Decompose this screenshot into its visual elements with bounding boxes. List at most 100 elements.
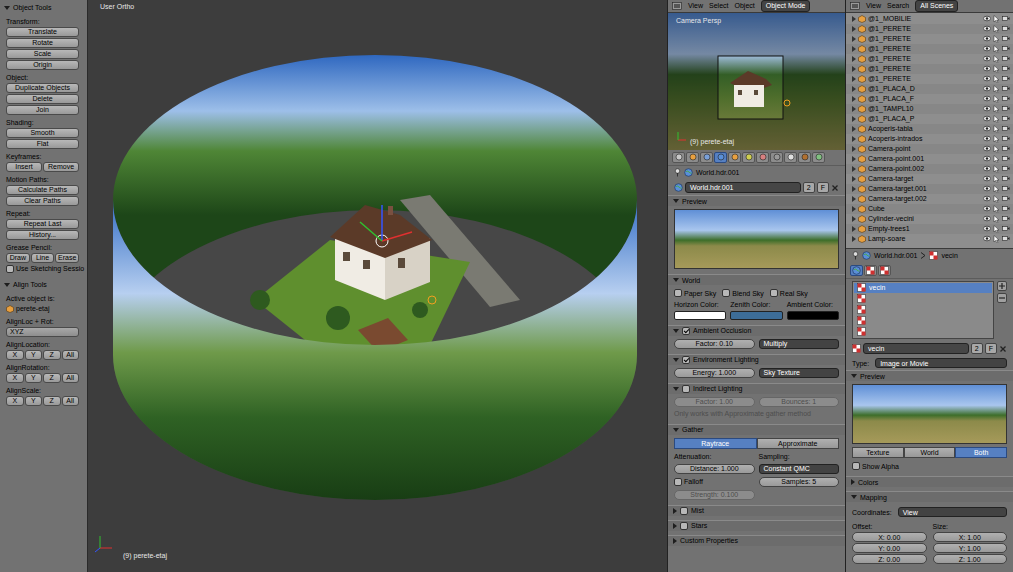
cursor-icon[interactable] bbox=[993, 105, 1000, 113]
tool-button[interactable]: Delete bbox=[6, 94, 79, 104]
camera-icon[interactable] bbox=[1002, 145, 1010, 152]
outliner-row[interactable]: @1_PERETE bbox=[846, 74, 1013, 84]
camera-icon[interactable] bbox=[1002, 55, 1010, 62]
dropdown[interactable]: XYZ bbox=[6, 327, 79, 337]
expand-icon[interactable] bbox=[852, 126, 856, 132]
panel-header[interactable]: Gather bbox=[668, 424, 845, 435]
context-tab[interactable] bbox=[812, 152, 825, 163]
tool-button[interactable]: Y bbox=[25, 373, 43, 383]
tool-button[interactable]: Line bbox=[31, 253, 55, 263]
expand-toggle-icon[interactable] bbox=[673, 538, 677, 544]
tool-button[interactable]: Insert bbox=[6, 162, 42, 172]
context-tab[interactable] bbox=[784, 152, 797, 163]
eye-icon[interactable] bbox=[983, 75, 991, 82]
close-icon[interactable] bbox=[831, 184, 839, 192]
camera-view[interactable]: Camera Persp(9) perete-etaj bbox=[668, 13, 845, 150]
slot-row[interactable] bbox=[854, 294, 992, 304]
tool-button[interactable]: Translate bbox=[6, 27, 79, 37]
number-field[interactable]: Factor: 0.10 bbox=[674, 339, 755, 349]
camera-icon[interactable] bbox=[1002, 215, 1010, 222]
expand-icon[interactable] bbox=[852, 176, 856, 182]
toggle-button[interactable]: Texture bbox=[852, 447, 904, 458]
context-tab[interactable] bbox=[700, 152, 713, 163]
panel-header[interactable]: Stars bbox=[668, 520, 845, 531]
cursor-icon[interactable] bbox=[993, 25, 1000, 33]
expand-icon[interactable] bbox=[852, 226, 856, 232]
eye-icon[interactable] bbox=[983, 85, 991, 92]
eye-icon[interactable] bbox=[983, 125, 991, 132]
camera-icon[interactable] bbox=[1002, 135, 1010, 142]
cursor-icon[interactable] bbox=[993, 135, 1000, 143]
cursor-icon[interactable] bbox=[993, 15, 1000, 23]
editor-type-icon[interactable] bbox=[672, 2, 682, 10]
cursor-icon[interactable] bbox=[993, 215, 1000, 223]
eye-icon[interactable] bbox=[983, 115, 991, 122]
panel-header[interactable]: Align Tools bbox=[2, 279, 85, 290]
camera-icon[interactable] bbox=[1002, 25, 1010, 32]
expand-icon[interactable] bbox=[852, 216, 856, 222]
tool-button[interactable]: Scale bbox=[6, 49, 79, 59]
expand-toggle-icon[interactable] bbox=[673, 523, 677, 529]
expand-icon[interactable] bbox=[852, 146, 856, 152]
expand-icon[interactable] bbox=[852, 46, 856, 52]
context-tab[interactable] bbox=[756, 152, 769, 163]
panel-header[interactable]: Mist bbox=[668, 505, 845, 516]
outliner-row[interactable]: Camera-point.002 bbox=[846, 164, 1013, 174]
checkbox[interactable] bbox=[682, 385, 690, 393]
toggle-button[interactable]: Approximate bbox=[757, 438, 840, 449]
panel-header[interactable]: World bbox=[668, 274, 845, 285]
eye-icon[interactable] bbox=[983, 105, 991, 112]
panel-header[interactable]: Preview bbox=[668, 195, 845, 206]
menu-item[interactable]: View bbox=[866, 2, 881, 10]
tool-button[interactable]: Z bbox=[43, 350, 61, 360]
expand-icon[interactable] bbox=[852, 136, 856, 142]
context-tab[interactable] bbox=[878, 265, 891, 276]
context-tab[interactable] bbox=[742, 152, 755, 163]
expand-icon[interactable] bbox=[852, 186, 856, 192]
expand-toggle-icon[interactable] bbox=[673, 508, 677, 514]
eye-icon[interactable] bbox=[983, 135, 991, 142]
eye-icon[interactable] bbox=[983, 35, 991, 42]
slot-row[interactable] bbox=[854, 327, 992, 337]
camera-icon[interactable] bbox=[1002, 195, 1010, 202]
tool-button[interactable]: X bbox=[6, 396, 24, 406]
tool-button[interactable]: Y bbox=[25, 350, 43, 360]
camera-icon[interactable] bbox=[1002, 35, 1010, 42]
expand-icon[interactable] bbox=[852, 86, 856, 92]
checkbox[interactable] bbox=[770, 289, 778, 297]
tool-button[interactable]: Y bbox=[25, 396, 43, 406]
expand-toggle-icon[interactable] bbox=[673, 199, 679, 203]
scene-canvas[interactable] bbox=[88, 0, 667, 572]
tool-button[interactable]: All bbox=[62, 396, 80, 406]
camera-icon[interactable] bbox=[1002, 155, 1010, 162]
cursor-icon[interactable] bbox=[993, 155, 1000, 163]
tool-button[interactable]: Duplicate Objects bbox=[6, 83, 79, 93]
outliner-row[interactable]: @1_PERETE bbox=[846, 24, 1013, 34]
outliner-row[interactable]: @1_TAMPL10 bbox=[846, 104, 1013, 114]
outliner-row[interactable]: Camera-target bbox=[846, 174, 1013, 184]
cursor-icon[interactable] bbox=[993, 65, 1000, 73]
eye-icon[interactable] bbox=[983, 235, 991, 242]
checkbox[interactable] bbox=[852, 462, 860, 470]
context-tab[interactable] bbox=[850, 265, 863, 276]
menu-item[interactable]: Search bbox=[887, 2, 909, 10]
3d-viewport[interactable]: User Ortho(9) perete-etaj bbox=[88, 0, 667, 572]
slot-row[interactable]: vecin bbox=[854, 283, 992, 293]
color-swatch[interactable] bbox=[730, 311, 782, 320]
fake-user-button[interactable]: F bbox=[985, 343, 997, 355]
context-tab[interactable] bbox=[714, 152, 727, 163]
context-tab[interactable] bbox=[728, 152, 741, 163]
panel-header[interactable]: Colors bbox=[846, 476, 1013, 487]
eye-icon[interactable] bbox=[983, 165, 991, 172]
context-tab[interactable] bbox=[686, 152, 699, 163]
menu-item[interactable]: View bbox=[688, 2, 703, 10]
expand-icon[interactable] bbox=[852, 36, 856, 42]
number-field[interactable]: Samples: 5 bbox=[759, 477, 840, 487]
type-dropdown[interactable]: Image or Movie bbox=[875, 358, 1007, 368]
cursor-icon[interactable] bbox=[993, 115, 1000, 123]
eye-icon[interactable] bbox=[983, 55, 991, 62]
expand-icon[interactable] bbox=[852, 16, 856, 22]
datablock-name[interactable]: World.hdr.001 bbox=[685, 182, 801, 194]
camera-icon[interactable] bbox=[1002, 185, 1010, 192]
tool-button[interactable]: Remove bbox=[43, 162, 79, 172]
